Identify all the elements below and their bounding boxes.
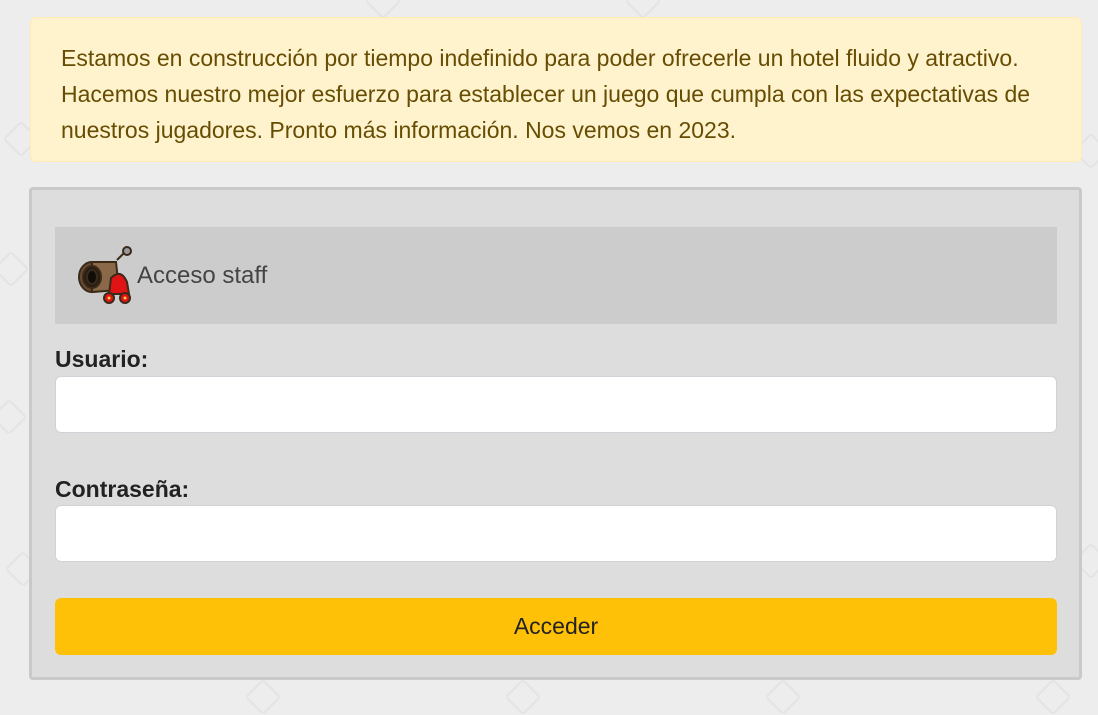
cannon-icon (78, 245, 132, 304)
card-title: Acceso staff (137, 261, 268, 289)
username-label: Usuario: (55, 346, 149, 372)
login-button[interactable]: Acceder (55, 598, 1057, 655)
construction-alert: Estamos en construcción por tiempo indef… (30, 17, 1082, 162)
card-header: Acceso staff (55, 227, 1057, 324)
username-input[interactable] (55, 376, 1057, 433)
password-label: Contraseña: (55, 476, 190, 502)
password-input[interactable] (55, 505, 1057, 562)
alert-message: Estamos en construcción por tiempo indef… (61, 45, 1031, 143)
staff-login-card: Acceso staff Usuario: Contraseña: Accede… (29, 187, 1082, 680)
